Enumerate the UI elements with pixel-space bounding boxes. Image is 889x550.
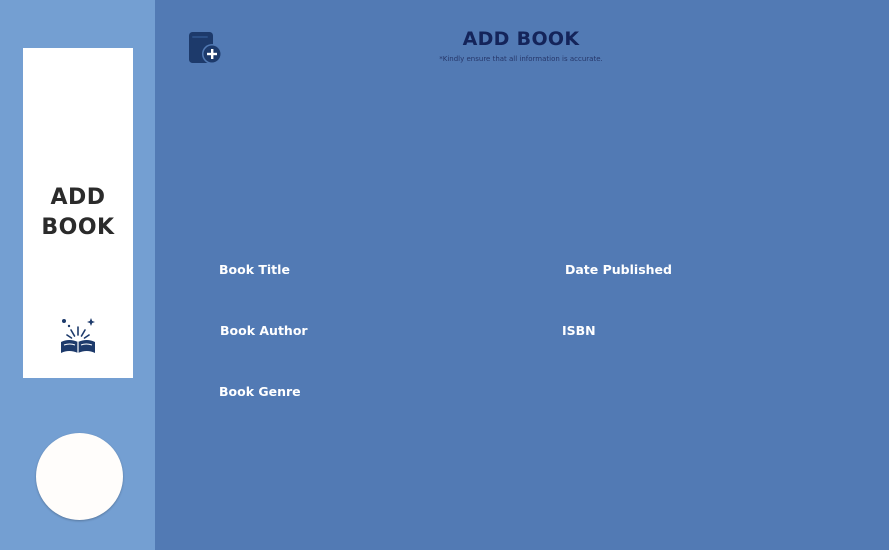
add-book-nav-card[interactable]: ADD BOOK (23, 48, 133, 378)
nav-card-title-line2: BOOK (41, 215, 115, 240)
add-book-window: ADD BOOK ADD BOOK *Kindly ensure that al… (0, 0, 889, 550)
user-avatar[interactable] (36, 433, 123, 520)
page-title: ADD BOOK (462, 28, 580, 50)
isbn-label: ISBN (562, 323, 596, 338)
open-book-sparkle-icon (61, 318, 95, 353)
book-author-label: Book Author (220, 323, 308, 338)
nav-card-title: ADD BOOK (23, 183, 133, 243)
page-subtitle: *Kindly ensure that all information is a… (439, 55, 603, 63)
book-genre-label: Book Genre (219, 384, 301, 399)
nav-card-title-line1: ADD (50, 185, 106, 210)
sidebar: ADD BOOK (0, 0, 155, 550)
book-title-label: Book Title (219, 262, 290, 277)
add-book-icon (189, 32, 222, 64)
date-published-label: Date Published (565, 262, 672, 277)
